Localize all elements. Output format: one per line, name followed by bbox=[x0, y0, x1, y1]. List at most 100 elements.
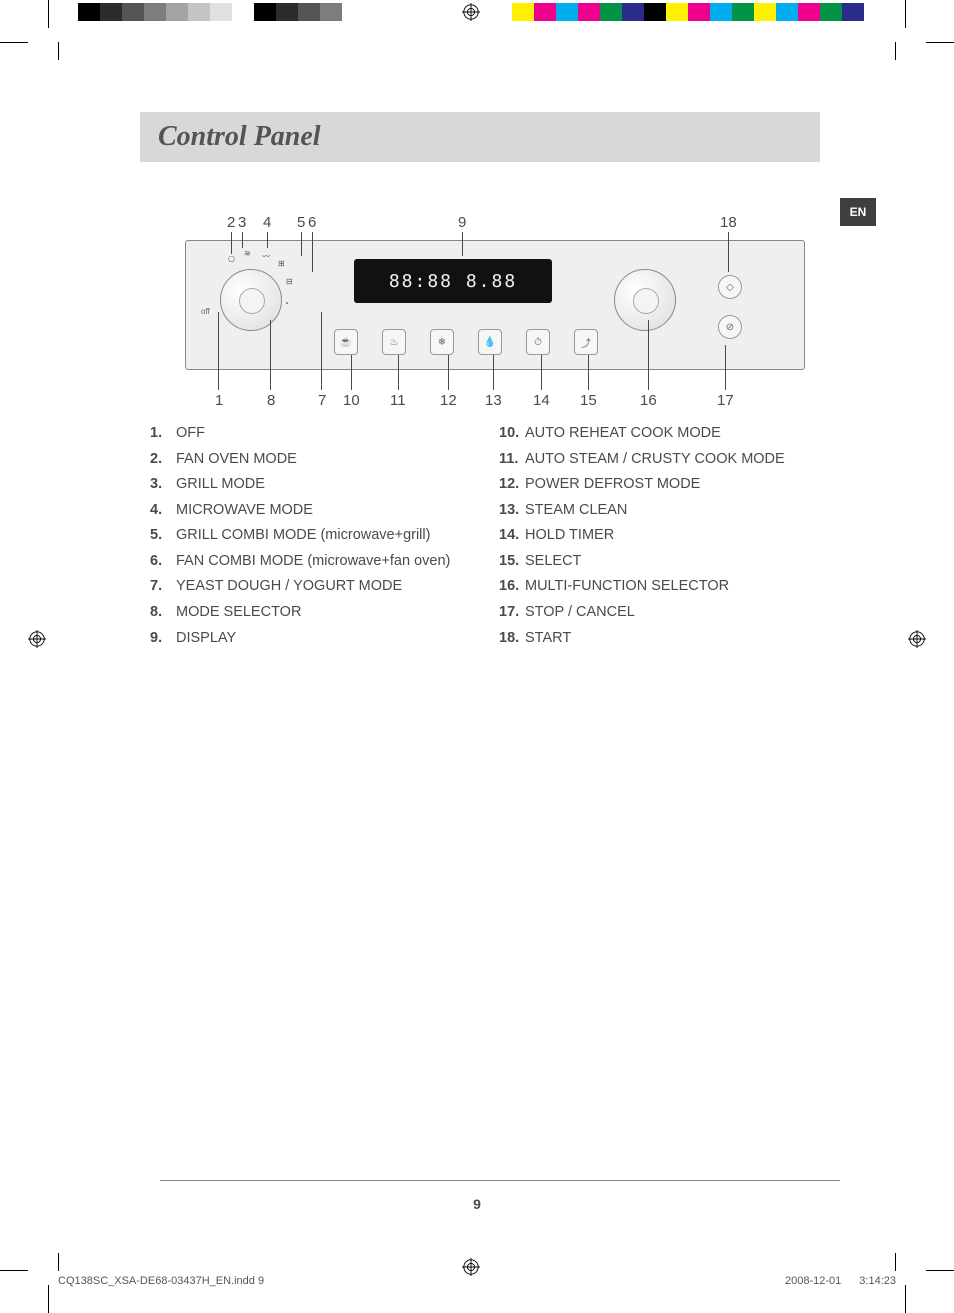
vertical-buttons: ◇ ⊘ bbox=[718, 275, 742, 339]
color-swatch bbox=[342, 3, 364, 21]
fan-combi-icon: ⊟ bbox=[286, 277, 293, 286]
legend-item-text: START bbox=[525, 629, 830, 649]
legend-item-text: AUTO REHEAT COOK MODE bbox=[525, 424, 830, 444]
leader-line bbox=[448, 355, 449, 390]
legend-item: 15.SELECT bbox=[499, 552, 830, 572]
color-swatch bbox=[666, 3, 688, 21]
leader-line bbox=[725, 345, 726, 390]
stop-cancel-button: ⊘ bbox=[718, 315, 742, 339]
legend-item-number: 14. bbox=[499, 526, 525, 546]
legend-item-text: HOLD TIMER bbox=[525, 526, 830, 546]
legend-item-number: 10. bbox=[499, 424, 525, 444]
legend-item-number: 7. bbox=[150, 577, 176, 597]
legend-column-left: 1.OFF 2.FAN OVEN MODE 3.GRILL MODE 4.MICROW… bbox=[150, 424, 481, 654]
legend-item-number: 12. bbox=[499, 475, 525, 495]
guide-line bbox=[895, 1253, 896, 1271]
slug-line: CQ138SC_XSA-DE68-03437H_EN.indd 9 2008-1… bbox=[58, 1275, 896, 1287]
legend-item-number: 13. bbox=[499, 501, 525, 521]
color-swatch bbox=[534, 3, 556, 21]
grill-combi-icon: ⊞ bbox=[278, 259, 285, 268]
legend-item: 7.YEAST DOUGH / YOGURT MODE bbox=[150, 577, 481, 597]
color-swatch bbox=[820, 3, 842, 21]
legend-item: 9.DISPLAY bbox=[150, 629, 481, 649]
registration-mark-icon bbox=[462, 3, 480, 21]
leader-line bbox=[218, 312, 219, 390]
callout-number: 5 bbox=[297, 214, 305, 231]
legend-item-text: FAN OVEN MODE bbox=[176, 450, 481, 470]
leader-line bbox=[270, 320, 271, 390]
leader-line bbox=[321, 312, 322, 390]
legend-item: 4.MICROWAVE MODE bbox=[150, 501, 481, 521]
legend-item-text: MULTI-FUNCTION SELECTOR bbox=[525, 577, 830, 597]
color-swatch bbox=[754, 3, 776, 21]
color-swatch bbox=[600, 3, 622, 21]
guide-line bbox=[895, 42, 896, 60]
multi-function-selector-dial bbox=[614, 269, 676, 331]
crop-mark bbox=[48, 1285, 49, 1313]
greyscale-color-bar bbox=[78, 3, 364, 21]
legend-item-number: 17. bbox=[499, 603, 525, 623]
callout-number: 9 bbox=[458, 214, 466, 231]
legend-item-text: STOP / CANCEL bbox=[525, 603, 830, 623]
registration-mark-icon bbox=[462, 1258, 480, 1276]
legend-item-text: GRILL COMBI MODE (microwave+grill) bbox=[176, 526, 481, 546]
legend-item: 5.GRILL COMBI MODE (microwave+grill) bbox=[150, 526, 481, 546]
color-swatch bbox=[776, 3, 798, 21]
leader-line bbox=[493, 355, 494, 390]
legend-item: 2.FAN OVEN MODE bbox=[150, 450, 481, 470]
color-swatch bbox=[254, 3, 276, 21]
page-number: 9 bbox=[0, 1196, 954, 1212]
legend-item-number: 6. bbox=[150, 552, 176, 572]
leader-line bbox=[728, 232, 729, 272]
slug-time: 3:14:23 bbox=[859, 1275, 896, 1287]
legend-list: 1.OFF 2.FAN OVEN MODE 3.GRILL MODE 4.MICROW… bbox=[150, 424, 830, 654]
mode-selector-dial bbox=[220, 269, 282, 331]
legend-item-text: FAN COMBI MODE (microwave+fan oven) bbox=[176, 552, 481, 572]
guide-line bbox=[58, 42, 59, 60]
button-row: ☕ ♨ ❄ 💧 ⏱ ⤴ bbox=[334, 329, 598, 355]
fan-oven-icon: ⎔ bbox=[228, 255, 235, 264]
color-swatch bbox=[320, 3, 342, 21]
grill-icon: ≋ bbox=[244, 249, 251, 258]
color-swatch bbox=[232, 3, 254, 21]
legend-item: 3.GRILL MODE bbox=[150, 475, 481, 495]
leader-line bbox=[462, 232, 463, 256]
color-swatch bbox=[732, 3, 754, 21]
callout-number: 2 bbox=[227, 214, 235, 231]
cmyk-color-bar bbox=[512, 3, 864, 21]
power-defrost-button: ❄ bbox=[430, 329, 454, 355]
legend-item-text: YEAST DOUGH / YOGURT MODE bbox=[176, 577, 481, 597]
crop-mark bbox=[926, 42, 954, 43]
callout-number: 8 bbox=[267, 392, 275, 409]
callout-number: 10 bbox=[343, 392, 360, 409]
legend-item-number: 3. bbox=[150, 475, 176, 495]
legend-item-text: MODE SELECTOR bbox=[176, 603, 481, 623]
guide-line bbox=[58, 1253, 59, 1271]
color-swatch bbox=[644, 3, 666, 21]
crop-mark bbox=[0, 1270, 28, 1271]
legend-column-right: 10.AUTO REHEAT COOK MODE11.AUTO STEAM / … bbox=[499, 424, 830, 654]
leader-line bbox=[588, 355, 589, 390]
callout-number: 12 bbox=[440, 392, 457, 409]
callout-number: 13 bbox=[485, 392, 502, 409]
color-swatch bbox=[276, 3, 298, 21]
leader-line bbox=[351, 355, 352, 390]
color-swatch bbox=[100, 3, 122, 21]
legend-item: 14.HOLD TIMER bbox=[499, 526, 830, 546]
legend-item-number: 18. bbox=[499, 629, 525, 649]
microwave-icon: 〰 bbox=[262, 251, 270, 262]
color-swatch bbox=[298, 3, 320, 21]
leader-line bbox=[242, 232, 243, 248]
legend-item: 16.MULTI-FUNCTION SELECTOR bbox=[499, 577, 830, 597]
color-swatch bbox=[556, 3, 578, 21]
legend-item-text: OFF bbox=[176, 424, 481, 444]
callout-number: 15 bbox=[580, 392, 597, 409]
leader-line bbox=[541, 355, 542, 390]
control-panel-diagram: off ⎔ ≋ 〰 ⊞ ⊟ ◔ 88:88 8.88 ☕ ♨ ❄ 💧 ⏱ ⤴ ◇… bbox=[185, 240, 805, 420]
crop-mark bbox=[48, 0, 49, 28]
legend-item: 18.START bbox=[499, 629, 830, 649]
legend-item-text: DISPLAY bbox=[176, 629, 481, 649]
legend-item-number: 1. bbox=[150, 424, 176, 444]
callout-number: 18 bbox=[720, 214, 737, 231]
leader-line bbox=[231, 232, 232, 254]
